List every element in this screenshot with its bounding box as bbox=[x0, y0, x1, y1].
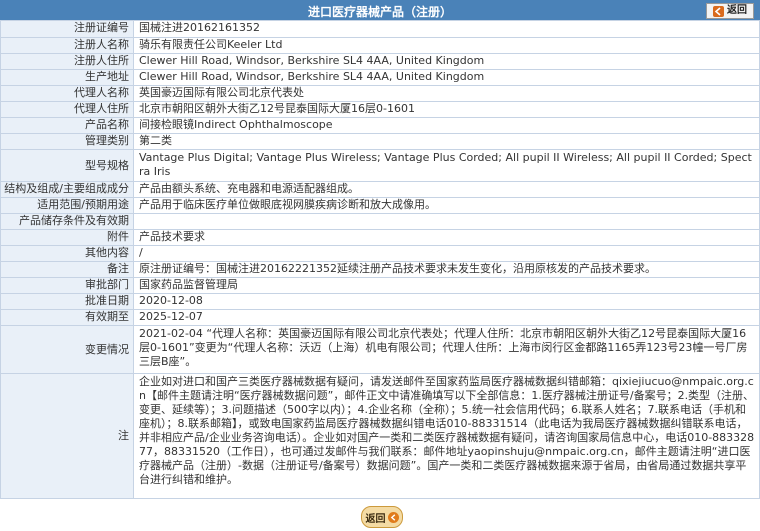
table-row: 附件 产品技术要求 bbox=[0, 229, 760, 246]
row-label: 批准日期 bbox=[0, 293, 134, 310]
row-label: 备注 bbox=[0, 261, 134, 278]
table-row: 产品储存条件及有效期 bbox=[0, 213, 760, 230]
row-value: / bbox=[133, 245, 760, 262]
row-value: 英国豪迈国际有限公司北京代表处 bbox=[133, 85, 760, 102]
table-row: 有效期至 2025-12-07 bbox=[0, 309, 760, 326]
table-row: 审批部门 国家药品监督管理局 bbox=[0, 277, 760, 294]
row-label: 结构及组成/主要组成成分 bbox=[0, 181, 134, 198]
row-label: 注册人住所 bbox=[0, 53, 134, 70]
table-row: 批准日期 2020-12-08 bbox=[0, 293, 760, 310]
table-row: 注册人住所 Clewer Hill Road, Windsor, Berkshi… bbox=[0, 53, 760, 70]
table-row: 适用范围/预期用途 产品用于临床医疗单位做眼底视网膜疾病诊断和放大成像用。 bbox=[0, 197, 760, 214]
detail-table: 注册证编号 国械注进20162161352 注册人名称 骑乐有限责任公司Keel… bbox=[0, 20, 760, 499]
row-label: 注册人名称 bbox=[0, 37, 134, 54]
row-label: 审批部门 bbox=[0, 277, 134, 294]
row-value: 原注册证编号：国械注进20162221352延续注册产品技术要求未发生变化，沿用… bbox=[133, 261, 760, 278]
table-row: 管理类别 第二类 bbox=[0, 133, 760, 150]
row-value: 2025-12-07 bbox=[133, 309, 760, 326]
table-row: 代理人名称 英国豪迈国际有限公司北京代表处 bbox=[0, 85, 760, 102]
table-row: 结构及组成/主要组成成分 产品由额头系统、充电器和电源适配器组成。 bbox=[0, 181, 760, 198]
table-row: 型号规格 Vantage Plus Digital; Vantage Plus … bbox=[0, 149, 760, 182]
row-value: 北京市朝阳区朝外大街乙12号昆泰国际大厦16层0-1601 bbox=[133, 101, 760, 118]
row-label: 生产地址 bbox=[0, 69, 134, 86]
row-value: Vantage Plus Digital; Vantage Plus Wirel… bbox=[133, 149, 760, 182]
row-value: 企业如对进口和国产三类医疗器械数据有疑问，请发送邮件至国家药监局医疗器械数据纠错… bbox=[133, 373, 760, 499]
table-row: 注 企业如对进口和国产三类医疗器械数据有疑问，请发送邮件至国家药监局医疗器械数据… bbox=[0, 373, 760, 499]
row-label: 型号规格 bbox=[0, 149, 134, 182]
row-value: 第二类 bbox=[133, 133, 760, 150]
row-label: 变更情况 bbox=[0, 325, 134, 374]
row-label: 注 bbox=[0, 373, 134, 499]
row-value: 骑乐有限责任公司Keeler Ltd bbox=[133, 37, 760, 54]
row-value: Clewer Hill Road, Windsor, Berkshire SL4… bbox=[133, 53, 760, 70]
row-label: 产品储存条件及有效期 bbox=[0, 213, 134, 230]
table-row: 注册人名称 骑乐有限责任公司Keeler Ltd bbox=[0, 37, 760, 54]
row-label: 适用范围/预期用途 bbox=[0, 197, 134, 214]
back-button-top[interactable]: 返回 bbox=[706, 3, 754, 19]
row-label: 代理人名称 bbox=[0, 85, 134, 102]
back-arrow-icon bbox=[387, 511, 399, 523]
table-row: 产品名称 间接检眼镜Indirect Ophthalmoscope bbox=[0, 117, 760, 134]
page: 进口医疗器械产品（注册） 返回 注册证编号 国械注进20162161352 注册… bbox=[0, 0, 760, 531]
back-arrow-icon bbox=[713, 5, 724, 17]
table-row: 生产地址 Clewer Hill Road, Windsor, Berkshir… bbox=[0, 69, 760, 86]
row-value: 2020-12-08 bbox=[133, 293, 760, 310]
page-title: 进口医疗器械产品（注册） bbox=[307, 5, 452, 19]
row-value: 间接检眼镜Indirect Ophthalmoscope bbox=[133, 117, 760, 134]
page-header: 进口医疗器械产品（注册） 返回 bbox=[0, 0, 760, 20]
row-label: 产品名称 bbox=[0, 117, 134, 134]
table-row: 备注 原注册证编号：国械注进20162221352延续注册产品技术要求未发生变化… bbox=[0, 261, 760, 278]
row-value: 国械注进20162161352 bbox=[133, 20, 760, 38]
row-label: 管理类别 bbox=[0, 133, 134, 150]
row-label: 有效期至 bbox=[0, 309, 134, 326]
row-label: 代理人住所 bbox=[0, 101, 134, 118]
row-label: 其他内容 bbox=[0, 245, 134, 262]
row-value: 国家药品监督管理局 bbox=[133, 277, 760, 294]
row-label: 注册证编号 bbox=[0, 20, 134, 38]
note-text: 企业如对进口和国产三类医疗器械数据有疑问，请发送邮件至国家药监局医疗器械数据纠错… bbox=[139, 375, 755, 486]
row-value: 产品由额头系统、充电器和电源适配器组成。 bbox=[133, 181, 760, 198]
row-value bbox=[133, 213, 760, 230]
table-row: 代理人住所 北京市朝阳区朝外大街乙12号昆泰国际大厦16层0-1601 bbox=[0, 101, 760, 118]
table-row: 注册证编号 国械注进20162161352 bbox=[0, 20, 760, 38]
back-button-label: 返回 bbox=[365, 513, 386, 525]
row-value: 产品技术要求 bbox=[133, 229, 760, 246]
row-value: Clewer Hill Road, Windsor, Berkshire SL4… bbox=[133, 69, 760, 86]
row-value: 产品用于临床医疗单位做眼底视网膜疾病诊断和放大成像用。 bbox=[133, 197, 760, 214]
table-row: 其他内容 / bbox=[0, 245, 760, 262]
row-value: 2021-02-04 “代理人名称：英国豪迈国际有限公司北京代表处；代理人住所：… bbox=[133, 325, 760, 374]
row-label: 附件 bbox=[0, 229, 134, 246]
back-button-label: 返回 bbox=[727, 5, 747, 16]
back-button-bottom[interactable]: 返回 bbox=[361, 506, 403, 528]
table-row: 变更情况 2021-02-04 “代理人名称：英国豪迈国际有限公司北京代表处；代… bbox=[0, 325, 760, 374]
